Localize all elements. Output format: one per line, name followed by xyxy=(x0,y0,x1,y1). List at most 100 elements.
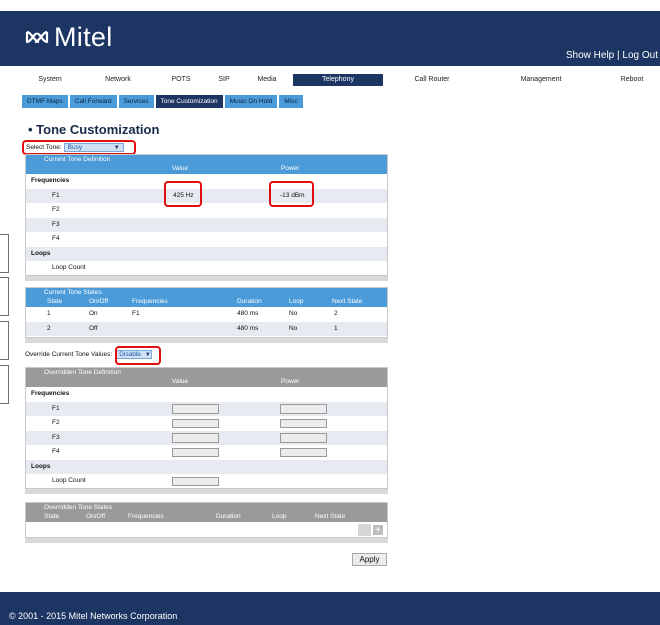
empty-action-cell xyxy=(358,524,371,536)
brand-name: Mitel xyxy=(54,21,113,52)
f3-power-input[interactable] xyxy=(280,433,327,443)
loop-count-input[interactable] xyxy=(172,476,219,486)
freq-name: F2 xyxy=(52,419,60,426)
main-nav: System Network POTS SIP Media Telephony … xyxy=(0,74,660,86)
freq-name: F4 xyxy=(52,448,60,455)
nav-management[interactable]: Management xyxy=(512,74,570,86)
header-separator: | xyxy=(617,50,620,61)
header-bar: Mitel Show Help | Log Out xyxy=(0,11,660,66)
f2-value-input[interactable] xyxy=(172,418,219,428)
overridden-tone-states-panel: Overridden Tone States State On/Off Freq… xyxy=(25,502,388,543)
loops-label: Loops xyxy=(31,462,51,470)
loop-count-label: Loop Count xyxy=(52,264,86,271)
nav-pots[interactable]: POTS xyxy=(164,74,198,86)
tab-services[interactable]: Services xyxy=(118,95,154,108)
tab-music-on-hold[interactable]: Music On Hold xyxy=(224,95,278,108)
log-out-link[interactable]: Log Out xyxy=(622,50,658,61)
tab-tone-customization[interactable]: Tone Customization xyxy=(155,95,223,108)
col-next-state: Next State xyxy=(332,298,363,305)
plus-icon[interactable]: + xyxy=(372,524,384,536)
cell-state: 1 xyxy=(47,310,51,317)
panel-footer-bar xyxy=(25,338,388,343)
overridden-def-col-power: Power xyxy=(281,378,300,385)
apply-button[interactable]: Apply xyxy=(352,553,387,566)
f2-power-input[interactable] xyxy=(280,418,327,428)
highlight-f1-power xyxy=(269,181,314,207)
f4-power-input[interactable] xyxy=(280,447,327,457)
current-def-col-value: Value xyxy=(172,165,189,172)
f3-value-input[interactable] xyxy=(172,433,219,443)
nav-network[interactable]: Network xyxy=(96,74,140,86)
overridden-tone-definition-panel: Overridden Tone Definition Value Power F… xyxy=(25,367,388,494)
col-state: State xyxy=(47,298,63,305)
panel-footer-bar xyxy=(25,538,388,543)
f4-value-input[interactable] xyxy=(172,447,219,457)
tab-misc[interactable]: Misc xyxy=(279,95,303,108)
highlight-f1-value xyxy=(164,181,202,207)
cell-on-off: On xyxy=(89,310,98,317)
show-help-link[interactable]: Show Help xyxy=(566,50,614,61)
nav-reboot[interactable]: Reboot xyxy=(612,74,652,86)
col-frequencies: Frequencies xyxy=(132,298,168,305)
loop-count-label: Loop Count xyxy=(52,477,86,484)
f1-value-input[interactable] xyxy=(172,404,219,414)
nav-call-router[interactable]: Call Router xyxy=(407,74,457,86)
cell-state: 2 xyxy=(47,324,51,332)
nav-media[interactable]: Media xyxy=(252,74,282,86)
panel-footer-bar xyxy=(25,276,388,281)
panel-footer-bar xyxy=(25,489,388,494)
mitel-logo: Mitel xyxy=(25,21,113,53)
overridden-frequencies-row: Frequencies xyxy=(26,387,387,402)
col-on-off: On/Off xyxy=(89,298,109,305)
highlight-override xyxy=(115,346,161,365)
override-label: Override Current Tone Values: xyxy=(25,351,113,358)
edge-mark xyxy=(0,365,9,404)
current-tone-states-panel: Current Tone States State On/Off Frequen… xyxy=(25,287,388,343)
table-row: 2 Off 480 ms No 1 xyxy=(26,321,387,336)
table-row: F4 xyxy=(26,232,387,247)
current-def-loops-row: Loops xyxy=(26,246,387,261)
edge-mark xyxy=(0,234,9,273)
table-row: Loop Count xyxy=(26,261,387,276)
cell-next-state: 2 xyxy=(334,310,338,317)
nav-system[interactable]: System xyxy=(28,74,72,86)
table-row: 1 On F1 480 ms No 2 xyxy=(26,307,387,322)
col-duration: Duration xyxy=(237,298,262,305)
header-links: Show Help | Log Out xyxy=(566,50,658,61)
highlight-select-tone xyxy=(22,140,136,155)
footer-bar: © 2001 - 2015 Mitel Networks Corporation xyxy=(0,592,660,625)
table-row: F4 xyxy=(26,445,387,460)
cell-on-off: Off xyxy=(89,324,98,332)
frequencies-label: Frequencies xyxy=(31,390,70,397)
overridden-states-header: Overridden Tone States State On/Off Freq… xyxy=(26,503,387,522)
current-def-col-power: Power xyxy=(281,165,300,172)
freq-name: F1 xyxy=(52,191,60,199)
freq-name: F2 xyxy=(52,206,60,213)
table-row: F3 xyxy=(26,430,387,445)
col-frequencies: Frequencies xyxy=(128,513,164,520)
copyright-text: © 2001 - 2015 Mitel Networks Corporation xyxy=(9,611,178,621)
page-title: • Tone Customization xyxy=(28,122,160,137)
col-loop: Loop xyxy=(272,513,287,520)
table-row: F1 xyxy=(26,401,387,416)
cell-loop: No xyxy=(289,310,298,317)
current-def-header: Current Tone Definition Value Power xyxy=(26,155,387,174)
freq-name: F1 xyxy=(52,404,60,412)
table-row: F3 xyxy=(26,217,387,232)
table-row: Loop Count xyxy=(26,474,387,489)
current-states-title: Current Tone States xyxy=(44,289,102,296)
overridden-def-header: Overridden Tone Definition Value Power xyxy=(26,368,387,387)
col-state: State xyxy=(44,513,60,520)
freq-name: F4 xyxy=(52,235,60,242)
f1-power-input[interactable] xyxy=(280,404,327,414)
tab-dtmf-maps[interactable]: DTMF Maps xyxy=(22,95,68,108)
nav-sip[interactable]: SIP xyxy=(212,74,236,86)
tab-call-forward[interactable]: Call Forward xyxy=(69,95,117,108)
cell-duration: 480 ms xyxy=(237,324,259,332)
overridden-def-col-value: Value xyxy=(172,378,189,385)
nav-telephony[interactable]: Telephony xyxy=(293,74,383,86)
col-duration: Duration xyxy=(216,513,241,520)
overridden-loops-row: Loops xyxy=(26,459,387,474)
table-row: F2 xyxy=(26,416,387,431)
frequencies-label: Frequencies xyxy=(31,177,70,184)
